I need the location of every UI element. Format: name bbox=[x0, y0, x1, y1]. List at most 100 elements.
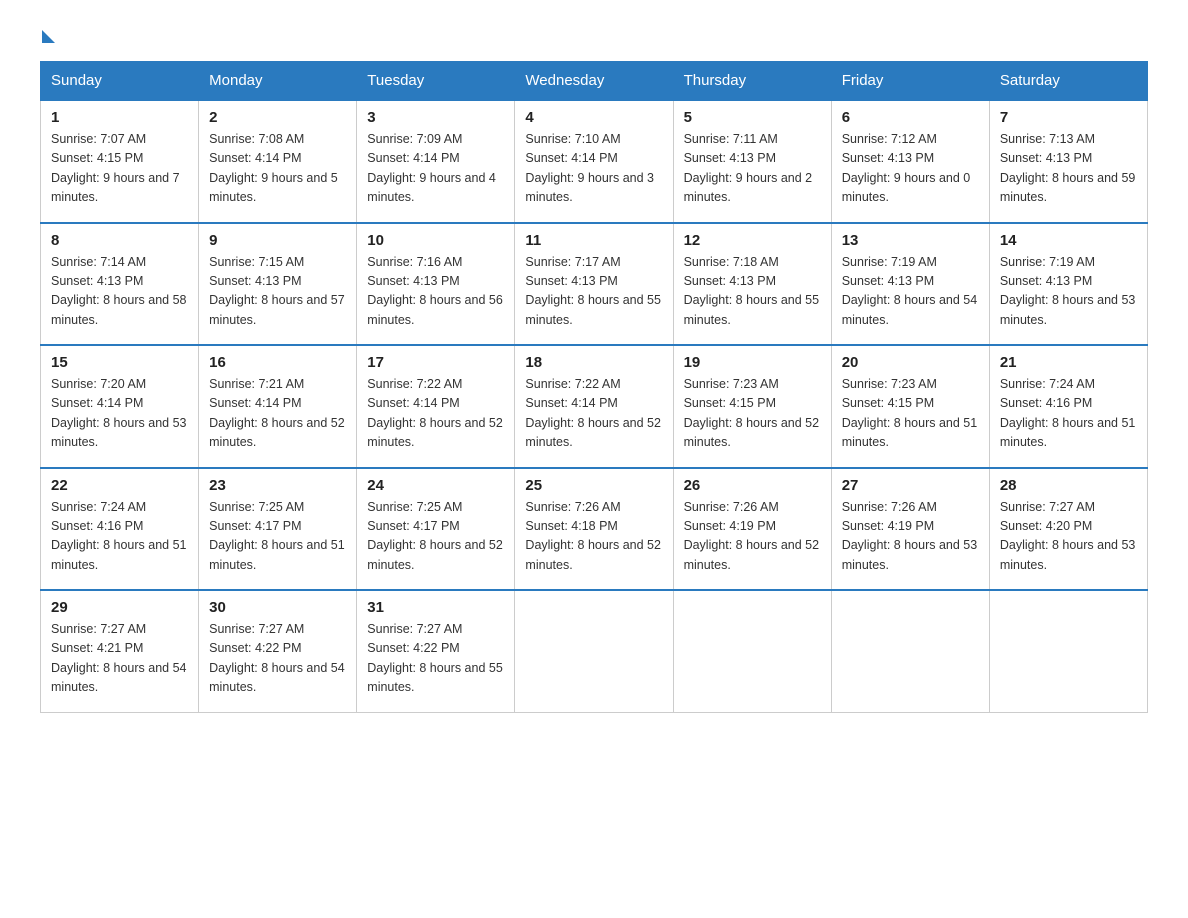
weekday-header-monday: Monday bbox=[199, 62, 357, 101]
day-number: 13 bbox=[842, 232, 979, 249]
day-number: 29 bbox=[51, 599, 188, 616]
day-number: 4 bbox=[525, 109, 662, 126]
day-info: Sunrise: 7:26 AMSunset: 4:19 PMDaylight:… bbox=[842, 498, 979, 576]
day-number: 21 bbox=[1000, 354, 1137, 371]
day-number: 19 bbox=[684, 354, 821, 371]
calendar-day-cell bbox=[515, 590, 673, 712]
day-number: 31 bbox=[367, 599, 504, 616]
calendar-day-cell: 7 Sunrise: 7:13 AMSunset: 4:13 PMDaylight… bbox=[989, 100, 1147, 223]
calendar-week-row: 29 Sunrise: 7:27 AMSunset: 4:21 PMDayligh… bbox=[41, 590, 1148, 712]
calendar-day-cell: 17 Sunrise: 7:22 AMSunset: 4:14 PMDayligh… bbox=[357, 345, 515, 468]
calendar-day-cell: 8 Sunrise: 7:14 AMSunset: 4:13 PMDaylight… bbox=[41, 223, 199, 346]
day-info: Sunrise: 7:27 AMSunset: 4:21 PMDaylight:… bbox=[51, 620, 188, 698]
calendar-day-cell: 13 Sunrise: 7:19 AMSunset: 4:13 PMDayligh… bbox=[831, 223, 989, 346]
calendar-day-cell: 18 Sunrise: 7:22 AMSunset: 4:14 PMDayligh… bbox=[515, 345, 673, 468]
calendar-day-cell: 26 Sunrise: 7:26 AMSunset: 4:19 PMDayligh… bbox=[673, 468, 831, 591]
day-number: 9 bbox=[209, 232, 346, 249]
calendar-table: SundayMondayTuesdayWednesdayThursdayFrid… bbox=[40, 61, 1148, 713]
calendar-day-cell: 9 Sunrise: 7:15 AMSunset: 4:13 PMDaylight… bbox=[199, 223, 357, 346]
day-info: Sunrise: 7:15 AMSunset: 4:13 PMDaylight:… bbox=[209, 253, 346, 331]
calendar-day-cell: 30Sunrise: 7:27 AMSunset: 4:22 PMDayligh… bbox=[199, 590, 357, 712]
calendar-day-cell: 16Sunrise: 7:21 AMSunset: 4:14 PMDayligh… bbox=[199, 345, 357, 468]
day-info: Sunrise: 7:10 AMSunset: 4:14 PMDaylight:… bbox=[525, 130, 662, 208]
calendar-day-cell: 28 Sunrise: 7:27 AMSunset: 4:20 PMDayligh… bbox=[989, 468, 1147, 591]
calendar-week-row: 15 Sunrise: 7:20 AMSunset: 4:14 PMDayligh… bbox=[41, 345, 1148, 468]
calendar-day-cell: 31 Sunrise: 7:27 AMSunset: 4:22 PMDayligh… bbox=[357, 590, 515, 712]
calendar-day-cell: 11 Sunrise: 7:17 AMSunset: 4:13 PMDayligh… bbox=[515, 223, 673, 346]
calendar-day-cell: 23 Sunrise: 7:25 AMSunset: 4:17 PMDayligh… bbox=[199, 468, 357, 591]
day-info: Sunrise: 7:27 AMSunset: 4:20 PMDaylight:… bbox=[1000, 498, 1137, 576]
weekday-header-thursday: Thursday bbox=[673, 62, 831, 101]
day-info: Sunrise: 7:11 AMSunset: 4:13 PMDaylight:… bbox=[684, 130, 821, 208]
calendar-day-cell: 10Sunrise: 7:16 AMSunset: 4:13 PMDayligh… bbox=[357, 223, 515, 346]
day-number: 18 bbox=[525, 354, 662, 371]
day-number: 17 bbox=[367, 354, 504, 371]
day-info: Sunrise: 7:26 AMSunset: 4:19 PMDaylight:… bbox=[684, 498, 821, 576]
day-info: Sunrise: 7:24 AMSunset: 4:16 PMDaylight:… bbox=[51, 498, 188, 576]
day-info: Sunrise: 7:14 AMSunset: 4:13 PMDaylight:… bbox=[51, 253, 188, 331]
calendar-day-cell: 21 Sunrise: 7:24 AMSunset: 4:16 PMDayligh… bbox=[989, 345, 1147, 468]
day-number: 23 bbox=[209, 477, 346, 494]
calendar-day-cell: 29 Sunrise: 7:27 AMSunset: 4:21 PMDayligh… bbox=[41, 590, 199, 712]
calendar-week-row: 22 Sunrise: 7:24 AMSunset: 4:16 PMDayligh… bbox=[41, 468, 1148, 591]
calendar-week-row: 8 Sunrise: 7:14 AMSunset: 4:13 PMDaylight… bbox=[41, 223, 1148, 346]
logo bbox=[40, 30, 55, 41]
day-info: Sunrise: 7:22 AMSunset: 4:14 PMDaylight:… bbox=[525, 375, 662, 453]
calendar-day-cell: 22 Sunrise: 7:24 AMSunset: 4:16 PMDayligh… bbox=[41, 468, 199, 591]
day-number: 10 bbox=[367, 232, 504, 249]
day-info: Sunrise: 7:20 AMSunset: 4:14 PMDaylight:… bbox=[51, 375, 188, 453]
day-info: Sunrise: 7:25 AMSunset: 4:17 PMDaylight:… bbox=[367, 498, 504, 576]
calendar-day-cell bbox=[673, 590, 831, 712]
weekday-header-tuesday: Tuesday bbox=[357, 62, 515, 101]
day-number: 25 bbox=[525, 477, 662, 494]
day-number: 6 bbox=[842, 109, 979, 126]
day-info: Sunrise: 7:18 AMSunset: 4:13 PMDaylight:… bbox=[684, 253, 821, 331]
day-number: 2 bbox=[209, 109, 346, 126]
day-info: Sunrise: 7:19 AMSunset: 4:13 PMDaylight:… bbox=[1000, 253, 1137, 331]
day-number: 8 bbox=[51, 232, 188, 249]
day-info: Sunrise: 7:21 AMSunset: 4:14 PMDaylight:… bbox=[209, 375, 346, 453]
day-number: 22 bbox=[51, 477, 188, 494]
day-info: Sunrise: 7:22 AMSunset: 4:14 PMDaylight:… bbox=[367, 375, 504, 453]
day-info: Sunrise: 7:17 AMSunset: 4:13 PMDaylight:… bbox=[525, 253, 662, 331]
day-info: Sunrise: 7:12 AMSunset: 4:13 PMDaylight:… bbox=[842, 130, 979, 208]
day-number: 5 bbox=[684, 109, 821, 126]
day-number: 24 bbox=[367, 477, 504, 494]
calendar-day-cell: 4 Sunrise: 7:10 AMSunset: 4:14 PMDaylight… bbox=[515, 100, 673, 223]
calendar-day-cell: 3 Sunrise: 7:09 AMSunset: 4:14 PMDaylight… bbox=[357, 100, 515, 223]
day-info: Sunrise: 7:07 AMSunset: 4:15 PMDaylight:… bbox=[51, 130, 188, 208]
day-info: Sunrise: 7:23 AMSunset: 4:15 PMDaylight:… bbox=[842, 375, 979, 453]
calendar-day-cell: 25 Sunrise: 7:26 AMSunset: 4:18 PMDayligh… bbox=[515, 468, 673, 591]
day-info: Sunrise: 7:08 AMSunset: 4:14 PMDaylight:… bbox=[209, 130, 346, 208]
day-number: 27 bbox=[842, 477, 979, 494]
day-number: 1 bbox=[51, 109, 188, 126]
calendar-day-cell: 24 Sunrise: 7:25 AMSunset: 4:17 PMDayligh… bbox=[357, 468, 515, 591]
day-info: Sunrise: 7:19 AMSunset: 4:13 PMDaylight:… bbox=[842, 253, 979, 331]
day-info: Sunrise: 7:09 AMSunset: 4:14 PMDaylight:… bbox=[367, 130, 504, 208]
day-number: 7 bbox=[1000, 109, 1137, 126]
day-info: Sunrise: 7:13 AMSunset: 4:13 PMDaylight:… bbox=[1000, 130, 1137, 208]
day-number: 26 bbox=[684, 477, 821, 494]
day-info: Sunrise: 7:27 AMSunset: 4:22 PMDaylight:… bbox=[367, 620, 504, 698]
page-header bbox=[40, 30, 1148, 41]
calendar-day-cell: 20Sunrise: 7:23 AMSunset: 4:15 PMDayligh… bbox=[831, 345, 989, 468]
day-info: Sunrise: 7:23 AMSunset: 4:15 PMDaylight:… bbox=[684, 375, 821, 453]
day-number: 11 bbox=[525, 232, 662, 249]
calendar-day-cell: 1 Sunrise: 7:07 AMSunset: 4:15 PMDaylight… bbox=[41, 100, 199, 223]
calendar-day-cell: 12Sunrise: 7:18 AMSunset: 4:13 PMDayligh… bbox=[673, 223, 831, 346]
calendar-day-cell bbox=[989, 590, 1147, 712]
weekday-header-sunday: Sunday bbox=[41, 62, 199, 101]
calendar-day-cell: 27 Sunrise: 7:26 AMSunset: 4:19 PMDayligh… bbox=[831, 468, 989, 591]
day-number: 28 bbox=[1000, 477, 1137, 494]
calendar-day-cell: 5 Sunrise: 7:11 AMSunset: 4:13 PMDaylight… bbox=[673, 100, 831, 223]
day-info: Sunrise: 7:26 AMSunset: 4:18 PMDaylight:… bbox=[525, 498, 662, 576]
day-number: 3 bbox=[367, 109, 504, 126]
day-info: Sunrise: 7:25 AMSunset: 4:17 PMDaylight:… bbox=[209, 498, 346, 576]
day-info: Sunrise: 7:24 AMSunset: 4:16 PMDaylight:… bbox=[1000, 375, 1137, 453]
calendar-day-cell bbox=[831, 590, 989, 712]
day-number: 15 bbox=[51, 354, 188, 371]
calendar-day-cell: 15 Sunrise: 7:20 AMSunset: 4:14 PMDayligh… bbox=[41, 345, 199, 468]
weekday-header-row: SundayMondayTuesdayWednesdayThursdayFrid… bbox=[41, 62, 1148, 101]
day-info: Sunrise: 7:27 AMSunset: 4:22 PMDaylight:… bbox=[209, 620, 346, 698]
day-number: 14 bbox=[1000, 232, 1137, 249]
